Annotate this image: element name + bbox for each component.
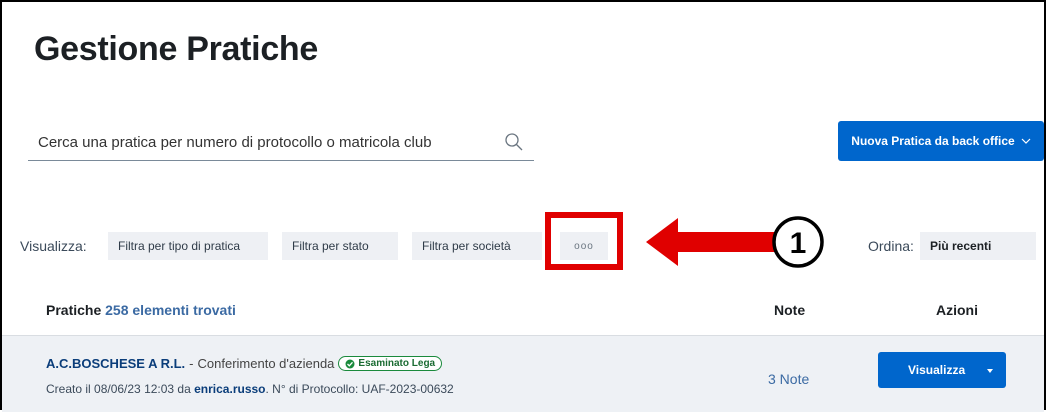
chevron-down-icon (1021, 138, 1031, 144)
sort-select[interactable]: Più recenti (920, 232, 1036, 260)
row-meta: Creato il 08/06/23 12:03 da enrica.russo… (46, 382, 454, 396)
sort-label: Ordina: (868, 238, 914, 254)
header-azioni: Azioni (936, 302, 978, 318)
page-title: Gestione Pratiche (34, 30, 318, 68)
status-badge-label: Esaminato Lega (358, 358, 436, 369)
filter-label: Visualizza: (20, 238, 87, 254)
view-button[interactable]: Visualizza (878, 352, 1006, 388)
filter-type-chip[interactable]: Filtra per tipo di pratica (108, 232, 268, 260)
new-practice-button[interactable]: Nuova Pratica da back office (838, 121, 1044, 161)
creator-link[interactable]: enrica.russo (194, 382, 265, 396)
notes-link[interactable]: 3 Note (768, 371, 809, 387)
search-input[interactable] (38, 130, 478, 154)
protocol-text: . N° di Protocollo: UAF-2023-00632 (265, 382, 454, 396)
annotation-arrow: 1 (646, 216, 824, 268)
club-name-link[interactable]: A.C.BOSCHESE A R.L. (46, 356, 185, 371)
status-badge: Esaminato Lega (338, 356, 443, 371)
search-field[interactable] (28, 124, 534, 161)
header-note: Note (774, 302, 806, 318)
header-pratiche: Pratiche 258 elementi trovati (46, 302, 236, 318)
row-separator: - (189, 356, 194, 371)
caret-down-icon[interactable] (986, 367, 994, 375)
header-pratiche-label: Pratiche (46, 302, 102, 318)
filter-company-chip[interactable]: Filtra per società (412, 232, 542, 260)
results-count: 258 elementi trovati (105, 302, 236, 318)
view-button-label: Visualizza (908, 363, 966, 377)
annotation-number: 1 (790, 227, 807, 260)
search-icon[interactable] (504, 132, 524, 152)
new-practice-label: Nuova Pratica da back office (851, 134, 1015, 148)
check-shield-icon (345, 359, 355, 368)
highlight-box (545, 212, 623, 270)
practice-type: Conferimento d'azienda (197, 356, 335, 371)
row-title: A.C.BOSCHESE A R.L. - Conferimento d'azi… (46, 356, 443, 371)
created-text: Creato il 08/06/23 12:03 da (46, 382, 191, 396)
filter-status-chip[interactable]: Filtra per stato (282, 232, 398, 260)
